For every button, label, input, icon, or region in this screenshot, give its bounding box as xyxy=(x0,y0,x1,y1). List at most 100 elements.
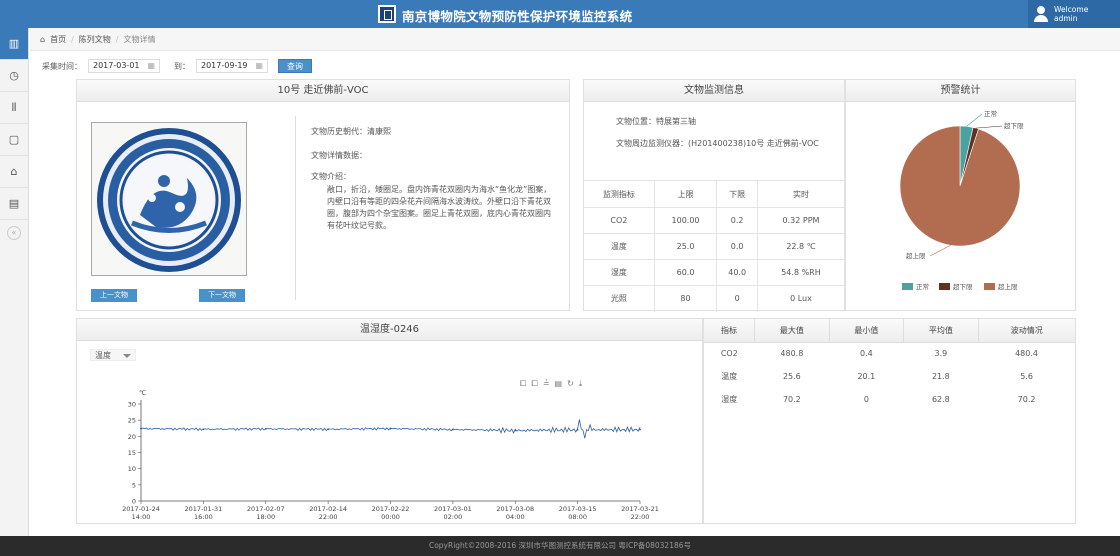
data-point[interactable] xyxy=(202,428,205,431)
welcome-text: Welcome xyxy=(1054,5,1089,14)
table-cell: 20.1 xyxy=(857,372,876,381)
breadcrumb-home[interactable]: 首页 xyxy=(50,34,66,45)
table-cell: 25.0 xyxy=(654,233,718,260)
legend-item-normal[interactable]: 正常 xyxy=(902,281,929,291)
y-tick-label: 25 xyxy=(128,417,136,425)
tools-icon[interactable]: ⌂ xyxy=(0,156,28,188)
data-point[interactable] xyxy=(576,428,579,431)
calendar-icon[interactable]: ▦ xyxy=(255,60,263,72)
table-cell: 25.6 xyxy=(782,372,801,381)
username: admin xyxy=(1054,14,1078,23)
pie-label-line xyxy=(975,125,1003,129)
y-tick-label: 15 xyxy=(128,449,136,457)
pie-slice-label: 超上限 xyxy=(906,251,926,260)
warning-stats-panel: 预警统计 正常 超下限 超上限 正常 超下限 超上限 xyxy=(845,79,1076,311)
breadcrumb: ⌂ 首页 / 陈列文物 / 文物详情 xyxy=(30,28,1120,51)
filter-label: 采集时间： xyxy=(42,61,82,71)
column-header: 最小值 xyxy=(829,319,905,343)
table-cell: 62.8 xyxy=(931,395,950,404)
temp-chart-panel: 温湿度-0246 温度 ⧠ ⧠ ≟ ▤ ↻ ⤓ ℃ 30 25 20 15 10 5 0 201… xyxy=(76,318,703,524)
monitor-icon[interactable]: ▥ xyxy=(0,28,28,60)
data-point[interactable] xyxy=(389,427,392,430)
x-tick-label: 16:00 xyxy=(194,513,213,521)
column-header: 最大值 xyxy=(754,319,830,343)
artifact-image xyxy=(91,122,247,276)
y-tick-label: 5 xyxy=(132,481,136,489)
table-cell: 温度 xyxy=(584,233,655,260)
y-tick-label: 10 xyxy=(128,465,136,473)
footer: CopyRight©2008-2016 深圳市华图测控系统有限公司 粤ICP备0… xyxy=(0,536,1120,556)
table-cell: 60.0 xyxy=(654,259,718,286)
legend-item-above[interactable]: 超上限 xyxy=(984,281,1018,291)
pie-slice-label: 正常 xyxy=(984,109,997,118)
x-tick-label: 2017-02-22 xyxy=(372,505,410,513)
table-cell: 70.2 xyxy=(782,395,801,404)
chart-title: 温湿度-0246 xyxy=(77,319,702,341)
collapse-sidebar-icon[interactable]: « xyxy=(7,226,21,240)
table-cell: 80 xyxy=(654,285,718,312)
table-cell: 54.8 %RH xyxy=(757,259,844,286)
data-point[interactable] xyxy=(514,429,517,432)
table-row: CO2 480.8 0.4 3.9 480.4 xyxy=(704,342,1075,365)
x-tick-label: 2017-03-15 xyxy=(559,505,597,513)
instrument-info: 文物周边监测仪器：(H201400238)10号 走近佛前-VOC xyxy=(616,139,819,148)
document-icon[interactable]: ▢ xyxy=(0,124,28,156)
next-artifact-button[interactable]: 下一文物 xyxy=(199,289,245,302)
calendar-icon[interactable]: ▦ xyxy=(147,60,155,72)
stats-table: 指标 最大值 最小值 平均值 波动情况 CO2 480.8 0.4 3.9 480.4 … xyxy=(704,319,1075,411)
data-point[interactable] xyxy=(327,428,330,431)
query-button[interactable]: 查询 xyxy=(278,59,312,73)
end-date-input[interactable]: 2017-09-19 ▦ xyxy=(196,59,268,73)
start-date-value: 2017-03-01 xyxy=(93,61,140,70)
home-icon[interactable]: ⌂ xyxy=(40,35,45,44)
x-tick-label: 2017-03-01 xyxy=(434,505,472,513)
legend-label: 正常 xyxy=(916,283,929,291)
date-filter: 采集时间： 2017-03-01 ▦ 到： 2017-09-19 ▦ 查询 xyxy=(42,59,312,73)
table-cell: 0.4 xyxy=(859,349,873,359)
table-cell: CO2 xyxy=(720,349,738,359)
intro-text: 敞口，折沿，矮圈足。盘内饰青花双圈内为海水“鱼化龙”图案，内壁口沿有等距的四朵花… xyxy=(327,185,552,230)
x-tick-label: 02:00 xyxy=(444,513,463,521)
table-cell: 0.32 PPM xyxy=(757,207,844,234)
pie-label-line xyxy=(966,113,983,127)
x-tick-label: 2017-02-14 xyxy=(309,505,347,513)
pie-slice[interactable] xyxy=(899,125,1021,247)
prev-artifact-button[interactable]: 上一文物 xyxy=(91,289,137,302)
x-tick-label: 18:00 xyxy=(256,513,275,521)
table-row: 光照 80 0 0 Lux xyxy=(584,285,844,312)
data-point[interactable] xyxy=(264,427,267,430)
data-point[interactable] xyxy=(451,428,454,431)
pie-label-line xyxy=(929,244,951,257)
column-header: 指标 xyxy=(704,319,756,343)
bars-icon[interactable]: ⦀ xyxy=(0,92,28,124)
start-date-input[interactable]: 2017-03-01 ▦ xyxy=(88,59,160,73)
monitor-table: 监测指标 上限 下限 实时 CO2 100.00 0.2 0.32 PPM 温度 25.… xyxy=(584,180,844,312)
table-cell: 0 xyxy=(863,395,869,404)
x-tick-label: 2017-01-24 xyxy=(122,505,160,513)
y-tick-label: 20 xyxy=(128,433,136,441)
clock-icon[interactable]: ◷ xyxy=(0,60,28,92)
table-cell: 0.0 xyxy=(716,233,758,260)
era-value: 清康熙 xyxy=(367,127,391,136)
table-row: 温度 25.6 20.1 21.8 5.6 xyxy=(704,365,1075,388)
table-cell: 480.4 xyxy=(1015,349,1038,359)
column-header: 实时 xyxy=(757,180,844,208)
legend-swatch xyxy=(939,282,950,290)
warning-pie-chart: 正常超下限超上限 xyxy=(899,109,1024,260)
box-icon[interactable]: ▤ xyxy=(0,188,28,220)
table-row: 湿度 70.2 0 62.8 70.2 xyxy=(704,388,1075,411)
data-point[interactable] xyxy=(140,427,142,430)
temperature-line-chart: ℃3025201510502017-01-2414:002017-01-3116… xyxy=(122,389,659,521)
legend-item-below[interactable]: 超下限 xyxy=(939,281,973,291)
warn-title: 预警统计 xyxy=(846,80,1075,102)
legend-label: 超上限 xyxy=(998,283,1018,291)
pie-slice-label: 超下限 xyxy=(1004,121,1024,130)
metric-select[interactable]: 温度 xyxy=(90,349,136,361)
table-row: 湿度 60.0 40.0 54.8 %RH xyxy=(584,259,844,286)
artifact-title: 10号 走近佛前-VOC xyxy=(77,80,569,102)
user-menu[interactable]: Welcome admin xyxy=(1028,0,1120,28)
breadcrumb-list[interactable]: 陈列文物 xyxy=(79,34,111,45)
table-cell: 0.2 xyxy=(716,207,758,234)
data-point[interactable] xyxy=(639,428,641,431)
user-avatar-icon xyxy=(1034,6,1048,22)
